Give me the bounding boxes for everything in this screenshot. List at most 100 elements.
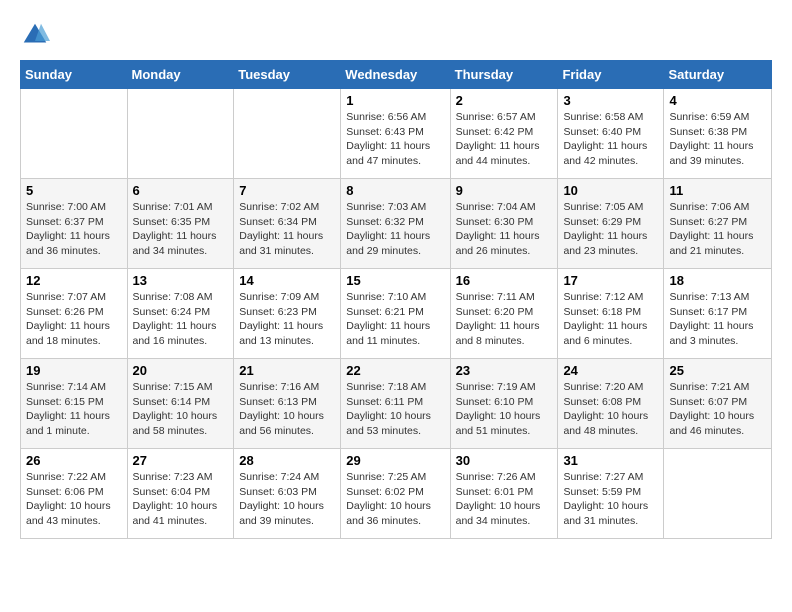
calendar-cell: 6 Sunrise: 7:01 AM Sunset: 6:35 PM Daylig… (127, 179, 234, 269)
calendar-cell (21, 89, 128, 179)
calendar-cell: 11 Sunrise: 7:06 AM Sunset: 6:27 PM Dayli… (664, 179, 772, 269)
day-number: 17 (563, 273, 658, 288)
day-info: Sunrise: 7:16 AM Sunset: 6:13 PM Dayligh… (239, 380, 335, 439)
calendar-cell: 23 Sunrise: 7:19 AM Sunset: 6:10 PM Dayli… (450, 359, 558, 449)
calendar-cell: 3 Sunrise: 6:58 AM Sunset: 6:40 PM Daylig… (558, 89, 664, 179)
day-info: Sunrise: 7:14 AM Sunset: 6:15 PM Dayligh… (26, 380, 122, 439)
day-header-wednesday: Wednesday (341, 61, 450, 89)
day-info: Sunrise: 7:19 AM Sunset: 6:10 PM Dayligh… (456, 380, 553, 439)
calendar-week-2: 5 Sunrise: 7:00 AM Sunset: 6:37 PM Daylig… (21, 179, 772, 269)
calendar-cell (234, 89, 341, 179)
calendar-cell: 28 Sunrise: 7:24 AM Sunset: 6:03 PM Dayli… (234, 449, 341, 539)
calendar-cell: 25 Sunrise: 7:21 AM Sunset: 6:07 PM Dayli… (664, 359, 772, 449)
day-number: 29 (346, 453, 444, 468)
day-number: 23 (456, 363, 553, 378)
day-number: 19 (26, 363, 122, 378)
day-header-sunday: Sunday (21, 61, 128, 89)
day-info: Sunrise: 7:04 AM Sunset: 6:30 PM Dayligh… (456, 200, 553, 259)
day-headers: SundayMondayTuesdayWednesdayThursdayFrid… (21, 61, 772, 89)
calendar-week-5: 26 Sunrise: 7:22 AM Sunset: 6:06 PM Dayli… (21, 449, 772, 539)
day-number: 16 (456, 273, 553, 288)
day-header-monday: Monday (127, 61, 234, 89)
calendar-week-4: 19 Sunrise: 7:14 AM Sunset: 6:15 PM Dayli… (21, 359, 772, 449)
day-info: Sunrise: 7:22 AM Sunset: 6:06 PM Dayligh… (26, 470, 122, 529)
day-number: 21 (239, 363, 335, 378)
day-number: 30 (456, 453, 553, 468)
day-info: Sunrise: 7:24 AM Sunset: 6:03 PM Dayligh… (239, 470, 335, 529)
day-number: 10 (563, 183, 658, 198)
day-number: 18 (669, 273, 766, 288)
calendar-cell: 19 Sunrise: 7:14 AM Sunset: 6:15 PM Dayli… (21, 359, 128, 449)
day-number: 12 (26, 273, 122, 288)
day-number: 5 (26, 183, 122, 198)
calendar-cell: 27Sunrise: 7:23 AM Sunset: 6:04 PM Dayli… (127, 449, 234, 539)
day-info: Sunrise: 7:12 AM Sunset: 6:18 PM Dayligh… (563, 290, 658, 349)
calendar-cell: 18 Sunrise: 7:13 AM Sunset: 6:17 PM Dayli… (664, 269, 772, 359)
calendar-cell: 13Sunrise: 7:08 AM Sunset: 6:24 PM Dayli… (127, 269, 234, 359)
calendar-cell: 9 Sunrise: 7:04 AM Sunset: 6:30 PM Daylig… (450, 179, 558, 269)
calendar-cell: 20 Sunrise: 7:15 AM Sunset: 6:14 PM Dayli… (127, 359, 234, 449)
calendar-week-1: 1 Sunrise: 6:56 AM Sunset: 6:43 PM Daylig… (21, 89, 772, 179)
day-number: 11 (669, 183, 766, 198)
day-number: 20 (133, 363, 229, 378)
day-info: Sunrise: 7:18 AM Sunset: 6:11 PM Dayligh… (346, 380, 444, 439)
calendar-cell: 15Sunrise: 7:10 AM Sunset: 6:21 PM Dayli… (341, 269, 450, 359)
day-info: Sunrise: 7:07 AM Sunset: 6:26 PM Dayligh… (26, 290, 122, 349)
calendar-cell: 2 Sunrise: 6:57 AM Sunset: 6:42 PM Daylig… (450, 89, 558, 179)
day-number: 3 (563, 93, 658, 108)
calendar-cell (127, 89, 234, 179)
calendar-week-3: 12 Sunrise: 7:07 AM Sunset: 6:26 PM Dayli… (21, 269, 772, 359)
day-number: 14 (239, 273, 335, 288)
day-info: Sunrise: 7:26 AM Sunset: 6:01 PM Dayligh… (456, 470, 553, 529)
day-header-friday: Friday (558, 61, 664, 89)
day-info: Sunrise: 7:08 AM Sunset: 6:24 PM Dayligh… (133, 290, 229, 349)
calendar-cell: 22Sunrise: 7:18 AM Sunset: 6:11 PM Dayli… (341, 359, 450, 449)
calendar-cell: 29 Sunrise: 7:25 AM Sunset: 6:02 PM Dayli… (341, 449, 450, 539)
day-header-thursday: Thursday (450, 61, 558, 89)
day-header-saturday: Saturday (664, 61, 772, 89)
day-number: 25 (669, 363, 766, 378)
day-info: Sunrise: 7:02 AM Sunset: 6:34 PM Dayligh… (239, 200, 335, 259)
calendar-cell: 10Sunrise: 7:05 AM Sunset: 6:29 PM Dayli… (558, 179, 664, 269)
day-number: 28 (239, 453, 335, 468)
day-info: Sunrise: 7:03 AM Sunset: 6:32 PM Dayligh… (346, 200, 444, 259)
day-info: Sunrise: 7:06 AM Sunset: 6:27 PM Dayligh… (669, 200, 766, 259)
calendar-cell: 14 Sunrise: 7:09 AM Sunset: 6:23 PM Dayli… (234, 269, 341, 359)
day-info: Sunrise: 7:13 AM Sunset: 6:17 PM Dayligh… (669, 290, 766, 349)
day-info: Sunrise: 7:00 AM Sunset: 6:37 PM Dayligh… (26, 200, 122, 259)
day-info: Sunrise: 6:58 AM Sunset: 6:40 PM Dayligh… (563, 110, 658, 169)
day-number: 9 (456, 183, 553, 198)
day-number: 1 (346, 93, 444, 108)
day-number: 27 (133, 453, 229, 468)
calendar-cell: 4 Sunrise: 6:59 AM Sunset: 6:38 PM Daylig… (664, 89, 772, 179)
calendar-cell: 31Sunrise: 7:27 AM Sunset: 5:59 PM Dayli… (558, 449, 664, 539)
day-number: 4 (669, 93, 766, 108)
day-number: 6 (133, 183, 229, 198)
day-number: 26 (26, 453, 122, 468)
day-info: Sunrise: 7:15 AM Sunset: 6:14 PM Dayligh… (133, 380, 229, 439)
calendar-cell: 24Sunrise: 7:20 AM Sunset: 6:08 PM Dayli… (558, 359, 664, 449)
logo (20, 20, 54, 50)
day-info: Sunrise: 6:56 AM Sunset: 6:43 PM Dayligh… (346, 110, 444, 169)
day-info: Sunrise: 7:21 AM Sunset: 6:07 PM Dayligh… (669, 380, 766, 439)
day-number: 2 (456, 93, 553, 108)
day-info: Sunrise: 6:57 AM Sunset: 6:42 PM Dayligh… (456, 110, 553, 169)
calendar-cell: 7 Sunrise: 7:02 AM Sunset: 6:34 PM Daylig… (234, 179, 341, 269)
day-number: 15 (346, 273, 444, 288)
calendar-cell: 12 Sunrise: 7:07 AM Sunset: 6:26 PM Dayli… (21, 269, 128, 359)
day-info: Sunrise: 7:09 AM Sunset: 6:23 PM Dayligh… (239, 290, 335, 349)
day-info: Sunrise: 7:20 AM Sunset: 6:08 PM Dayligh… (563, 380, 658, 439)
page-header (20, 20, 772, 50)
calendar-cell: 17 Sunrise: 7:12 AM Sunset: 6:18 PM Dayli… (558, 269, 664, 359)
day-info: Sunrise: 7:25 AM Sunset: 6:02 PM Dayligh… (346, 470, 444, 529)
calendar-cell: 16 Sunrise: 7:11 AM Sunset: 6:20 PM Dayli… (450, 269, 558, 359)
calendar-cell: 8Sunrise: 7:03 AM Sunset: 6:32 PM Daylig… (341, 179, 450, 269)
calendar-table: SundayMondayTuesdayWednesdayThursdayFrid… (20, 60, 772, 539)
day-info: Sunrise: 6:59 AM Sunset: 6:38 PM Dayligh… (669, 110, 766, 169)
day-info: Sunrise: 7:11 AM Sunset: 6:20 PM Dayligh… (456, 290, 553, 349)
day-number: 7 (239, 183, 335, 198)
calendar-cell: 1 Sunrise: 6:56 AM Sunset: 6:43 PM Daylig… (341, 89, 450, 179)
day-info: Sunrise: 7:01 AM Sunset: 6:35 PM Dayligh… (133, 200, 229, 259)
calendar-cell: 30 Sunrise: 7:26 AM Sunset: 6:01 PM Dayli… (450, 449, 558, 539)
calendar-cell: 21 Sunrise: 7:16 AM Sunset: 6:13 PM Dayli… (234, 359, 341, 449)
